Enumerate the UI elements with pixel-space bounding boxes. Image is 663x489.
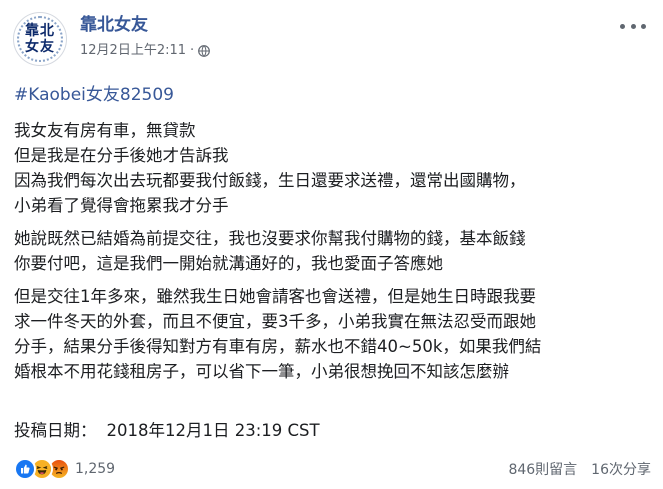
text-line: 求一件冬天的外套，而且不便宜，要3千多，小弟我實在無法忍受而跟她 xyxy=(14,312,536,331)
page-avatar[interactable]: 靠北 女友 xyxy=(13,12,67,66)
text-line: 婚根本不用花錢租房子，可以省下一筆，小弟很想挽回不知該怎麼辦 xyxy=(14,362,509,381)
reactions-summary[interactable]: 1,259 xyxy=(14,458,115,480)
reaction-count[interactable]: 1,259 xyxy=(75,461,115,477)
post-content: 我女友有房有車，無貸款 但是我是在分手後她才告訴我 因為我們每次出去玩都要我付飯… xyxy=(14,118,650,392)
comments-count-link[interactable]: 846則留言 xyxy=(508,459,577,479)
globe-icon[interactable] xyxy=(198,45,211,57)
text-line: 但是交往1年多來，雖然我生日她會請客也會送禮，但是她生日時跟我要 xyxy=(14,287,536,306)
paragraph: 我女友有房有車，無貸款 但是我是在分手後她才告訴我 因為我們每次出去玩都要我付飯… xyxy=(14,118,650,218)
text-line: 我女友有房有車，無貸款 xyxy=(14,121,196,140)
page-name-link[interactable]: 靠北女友 xyxy=(80,14,148,36)
text-line: 她說既然已結婚為前提交往，我也沒要求你幫我付購物的錢，基本飯錢 xyxy=(14,229,526,248)
submission-date-label: 投稿日期： xyxy=(14,421,97,440)
text-line: 因為我們每次出去玩都要我付飯錢，生日還要求送禮，還常出國購物， xyxy=(14,171,526,190)
facebook-post: 靠北 女友 靠北女友 12月2日上午2:11 · #Kaobei女友82509 … xyxy=(0,0,663,489)
post-meta: 12月2日上午2:11 · xyxy=(80,42,211,60)
post-hashtag-link[interactable]: #Kaobei女友82509 xyxy=(14,84,174,106)
avatar-text-line1: 靠北 xyxy=(25,23,55,39)
post-stats: 846則留言 16次分享 xyxy=(508,458,651,480)
like-icon[interactable] xyxy=(14,458,36,480)
meta-separator: · xyxy=(190,43,195,58)
paragraph: 她說既然已結婚為前提交往，我也沒要求你幫我付購物的錢，基本飯錢 你要付吧，這是我… xyxy=(14,226,650,276)
paragraph: 但是交往1年多來，雖然我生日她會請客也會送禮，但是她生日時跟我要 求一件冬天的外… xyxy=(14,284,650,384)
more-horizontal-icon[interactable] xyxy=(620,16,646,36)
avatar-text-line2: 女友 xyxy=(25,39,55,55)
submission-date: 投稿日期： 2018年12月1日 23:19 CST xyxy=(14,418,320,443)
text-line: 分手，結果分手後得知對方有車有房，薪水也不錯40~50k，如果我們結 xyxy=(14,337,542,356)
text-line: 小弟看了覺得會拖累我才分手 xyxy=(14,196,229,215)
post-timestamp[interactable]: 12月2日上午2:11 xyxy=(80,42,186,60)
text-line: 但是我是在分手後她才告訴我 xyxy=(14,146,229,165)
text-line: 你要付吧，這是我們一開始就溝通好的，我也愛面子答應她 xyxy=(14,254,443,273)
submission-date-value: 2018年12月1日 23:19 CST xyxy=(106,421,320,440)
shares-count-link[interactable]: 16次分享 xyxy=(591,459,651,479)
